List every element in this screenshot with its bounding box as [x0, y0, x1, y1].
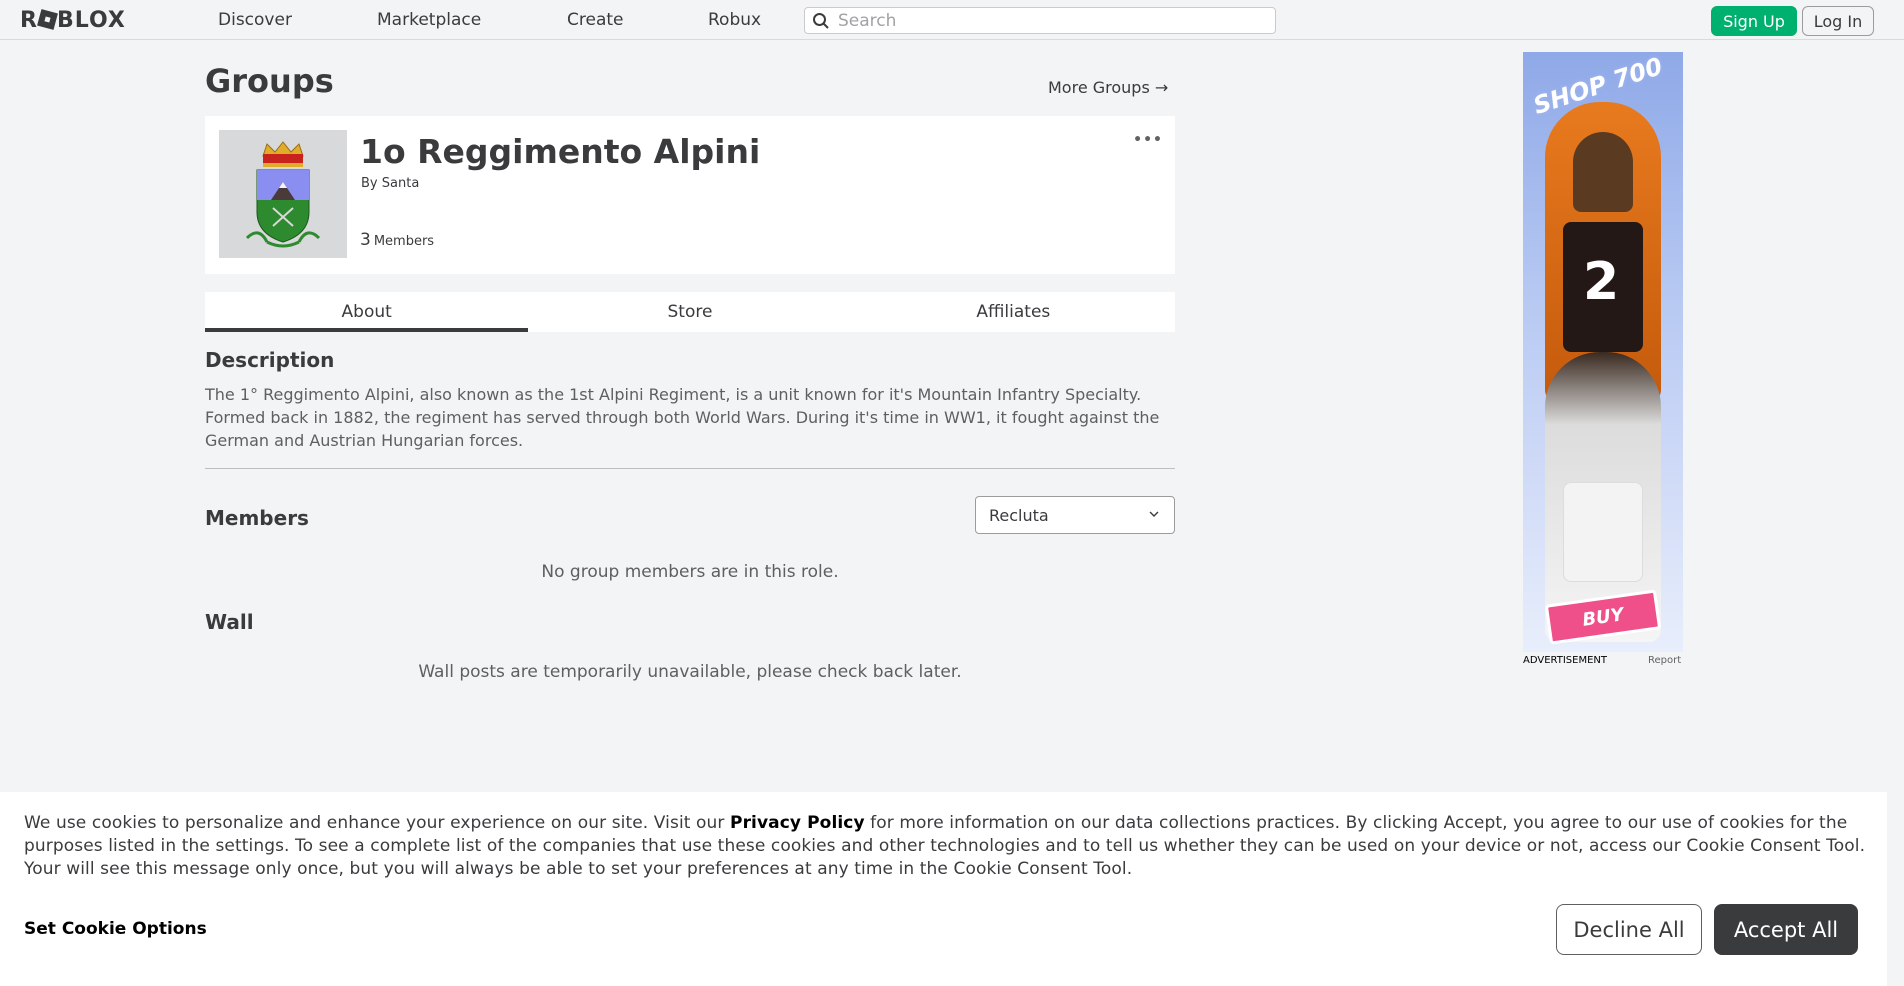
group-tabs: About Store Affiliates: [205, 292, 1175, 332]
log-in-button[interactable]: Log In: [1802, 6, 1874, 36]
ad-shirt-graphic: 2: [1583, 252, 1620, 312]
more-groups-link[interactable]: More Groups →: [1048, 78, 1168, 97]
advertisement-label: ADVERTISEMENT: [1523, 655, 1608, 666]
accept-all-button[interactable]: Accept All: [1714, 904, 1858, 955]
group-name: 1o Reggimento Alpini: [360, 132, 761, 171]
search-icon: [813, 13, 829, 29]
group-header-card: 1o Reggimento Alpini By Santa 3 Members •…: [205, 116, 1175, 274]
roblox-logo[interactable]: R BLOX: [20, 8, 126, 33]
ad-report-link[interactable]: Report: [1648, 655, 1681, 666]
decline-all-button[interactable]: Decline All: [1556, 904, 1702, 955]
description-heading: Description: [205, 348, 335, 372]
page-scrollbar[interactable]: [1887, 40, 1904, 986]
group-owner-link[interactable]: Santa: [382, 176, 420, 191]
tab-about[interactable]: About: [205, 292, 529, 332]
role-dropdown-value: Recluta: [989, 506, 1049, 525]
search-box[interactable]: [804, 7, 1276, 34]
chevron-down-icon: [1149, 511, 1159, 517]
group-description: The 1° Reggimento Alpini, also known as …: [205, 385, 1160, 450]
no-members-message: No group members are in this role.: [541, 562, 839, 582]
coat-of-arms-icon: [245, 141, 321, 248]
cookie-message: We use cookies to personalize and enhanc…: [24, 812, 1869, 881]
nav-discover[interactable]: Discover: [218, 10, 292, 30]
advertisement-banner[interactable]: 2 SHOP 700 BUY: [1523, 52, 1683, 652]
role-dropdown[interactable]: Recluta: [975, 496, 1175, 534]
wall-heading: Wall: [205, 610, 254, 634]
section-divider: [205, 468, 1175, 469]
tab-affiliates[interactable]: Affiliates: [852, 292, 1175, 332]
privacy-policy-link[interactable]: Privacy Policy: [730, 813, 865, 833]
sign-up-button[interactable]: Sign Up: [1711, 6, 1797, 36]
members-heading: Members: [205, 506, 309, 530]
top-nav: R BLOX Discover Marketplace Create Robux …: [0, 0, 1904, 40]
page-title: Groups: [205, 62, 334, 100]
group-owner-line: By Santa: [361, 176, 419, 191]
set-cookie-options-link[interactable]: Set Cookie Options: [24, 919, 207, 939]
logo-o-icon: [37, 9, 58, 30]
members-number: 3: [360, 230, 371, 250]
nav-robux[interactable]: Robux: [708, 10, 761, 30]
by-prefix: By: [361, 176, 378, 191]
ad-top: [1563, 482, 1643, 582]
ad-head: [1573, 132, 1633, 212]
cookie-banner: We use cookies to personalize and enhanc…: [0, 792, 1887, 986]
more-options-icon[interactable]: •••: [1133, 132, 1163, 148]
wall-message: Wall posts are temporarily unavailable, …: [418, 662, 962, 682]
nav-marketplace[interactable]: Marketplace: [377, 10, 481, 30]
tab-store[interactable]: Store: [528, 292, 851, 332]
search-input[interactable]: [838, 10, 1258, 31]
cookie-text-before: We use cookies to personalize and enhanc…: [24, 813, 731, 833]
group-emblem: [219, 130, 347, 258]
nav-create[interactable]: Create: [567, 10, 624, 30]
members-label: Members: [373, 234, 435, 249]
group-members-count: 3 Members: [360, 230, 434, 250]
